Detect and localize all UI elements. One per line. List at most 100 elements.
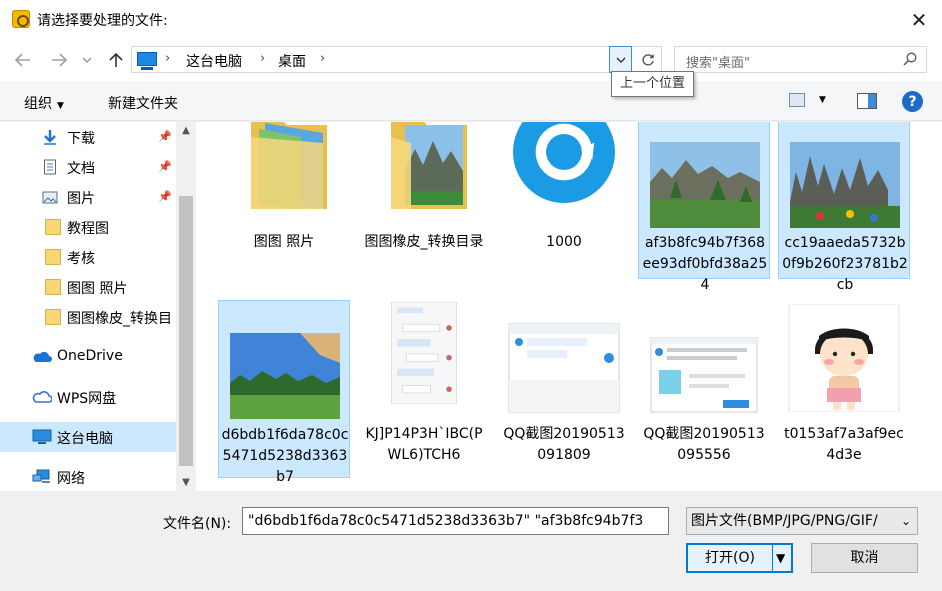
help-icon[interactable]: ? bbox=[902, 91, 923, 112]
sidebar-item-downloads[interactable]: 下载 📌 bbox=[0, 122, 176, 152]
file-tile[interactable]: QQ截图20190513095556 bbox=[638, 300, 770, 478]
close-button[interactable]: ✕ bbox=[896, 0, 942, 39]
onedrive-cloud-icon bbox=[33, 351, 52, 362]
sidebar-item-network[interactable]: 网络 bbox=[0, 462, 176, 491]
sidebar-item-onedrive[interactable]: OneDrive bbox=[0, 342, 176, 372]
address-bar[interactable]: › 这台电脑 › 桌面 › bbox=[131, 46, 662, 73]
scroll-up-arrow-icon[interactable]: ▲ bbox=[176, 122, 196, 139]
screenshot-thumbnail bbox=[508, 323, 620, 413]
download-icon bbox=[44, 130, 56, 145]
file-tile-selected[interactable]: cc19aaeda5732b0f9b260f23781b2cb bbox=[778, 122, 910, 293]
sidebar-item-this-pc[interactable]: 这台电脑 bbox=[0, 422, 176, 452]
landscape-photo-thumbnail bbox=[650, 142, 760, 228]
file-tile[interactable]: t0153af7a3af9ec4d3e bbox=[778, 300, 910, 478]
chevron-down-icon bbox=[82, 57, 92, 63]
file-name: 1000 bbox=[546, 234, 582, 250]
pin-icon[interactable]: 📌 bbox=[158, 160, 172, 173]
up-arrow-icon bbox=[109, 52, 123, 67]
document-icon bbox=[44, 159, 56, 175]
chevron-right-icon[interactable]: › bbox=[320, 51, 325, 66]
folder-icon bbox=[45, 309, 61, 325]
app-icon bbox=[12, 10, 30, 28]
breadcrumb-desktop[interactable]: 桌面 bbox=[278, 51, 306, 71]
chevron-right-icon[interactable]: › bbox=[260, 51, 265, 66]
sidebar-item-folder[interactable]: 图图橡皮_转换目 bbox=[0, 302, 176, 332]
pictures-icon bbox=[42, 191, 58, 204]
filename-label: 文件名(N): bbox=[163, 516, 232, 532]
organize-menu-button[interactable]: 组织 ▼ bbox=[24, 93, 64, 113]
file-name: af3b8fc94b7f368ee93df0bfd38a254 bbox=[642, 235, 768, 293]
file-type-select[interactable]: 图片文件(BMP/JPG/PNG/GIF/ ⌄ bbox=[686, 507, 918, 535]
sidebar-item-label: 下载 bbox=[67, 131, 95, 147]
this-pc-icon bbox=[32, 429, 52, 444]
breadcrumb-this-pc[interactable]: 这台电脑 bbox=[186, 51, 242, 71]
sidebar-item-folder[interactable]: 图图 照片 bbox=[0, 272, 176, 302]
navigation-bar: › 这台电脑 › 桌面 › 搜索"桌面" bbox=[0, 39, 942, 81]
dialog-footer: 文件名(N): "d6bdb1f6da78c0c5471d5238d3363b7… bbox=[0, 491, 942, 591]
back-button[interactable] bbox=[12, 49, 34, 71]
navigation-pane: 下载 📌 文档 📌 图片 📌 教程图 考核 图图 照片 图图橡皮_转换目 One… bbox=[0, 122, 196, 491]
sidebar-item-label: OneDrive bbox=[57, 348, 123, 364]
organize-label: 组织 bbox=[24, 96, 52, 112]
file-name: QQ截图20190513091809 bbox=[503, 426, 625, 463]
preview-pane-icon[interactable] bbox=[857, 93, 877, 109]
search-input[interactable]: 搜索"桌面" bbox=[674, 46, 927, 73]
back-arrow-icon bbox=[15, 53, 30, 67]
sidebar-scrollbar[interactable]: ▲ ▼ bbox=[176, 122, 196, 491]
view-options-caret-icon[interactable]: ▼ bbox=[819, 95, 826, 105]
pin-icon[interactable]: 📌 bbox=[158, 190, 172, 203]
file-list-view: 图图 照片 图图橡皮_转换目录 1000 af3b8fc94b7f368ee93… bbox=[196, 122, 942, 491]
folder-icon bbox=[45, 219, 61, 235]
file-open-dialog: 请选择要处理的文件: ✕ › 这台电脑 › 桌面 › 搜索"桌面" 上一个位置 … bbox=[0, 0, 942, 591]
folder-icon bbox=[45, 279, 61, 295]
sidebar-item-label: WPS网盘 bbox=[57, 391, 117, 407]
cancel-button[interactable]: 取消 bbox=[811, 543, 918, 573]
landscape-photo-thumbnail bbox=[230, 333, 340, 419]
cartoon-girl-thumbnail bbox=[788, 304, 900, 412]
chevron-down-icon: ⌄ bbox=[900, 514, 911, 528]
new-folder-button[interactable]: 新建文件夹 bbox=[108, 93, 178, 113]
chevron-down-icon bbox=[616, 57, 625, 63]
scrollbar-thumb[interactable] bbox=[179, 196, 193, 466]
refresh-button[interactable] bbox=[636, 47, 660, 72]
sidebar-item-label: 文档 bbox=[67, 161, 95, 177]
filename-input[interactable]: "d6bdb1f6da78c0c5471d5238d3363b7" "af3b8… bbox=[242, 507, 669, 535]
refresh-icon bbox=[642, 53, 654, 66]
sidebar-item-label: 图图橡皮_转换目 bbox=[67, 311, 172, 327]
scroll-down-arrow-icon[interactable]: ▼ bbox=[176, 474, 196, 491]
caret-down-icon: ▼ bbox=[57, 101, 64, 111]
open-options-caret-icon[interactable]: ▼ bbox=[776, 545, 785, 571]
forward-button[interactable] bbox=[48, 49, 70, 71]
landscape-photo-thumbnail bbox=[790, 142, 900, 228]
file-tile[interactable]: 图图橡皮_转换目录 bbox=[358, 122, 490, 279]
sidebar-item-folder[interactable]: 教程图 bbox=[0, 212, 176, 242]
file-tile[interactable]: 1000 bbox=[498, 122, 630, 279]
open-button[interactable]: 打开(O) ▼ bbox=[686, 543, 793, 573]
file-tile-selected[interactable]: d6bdb1f6da78c0c5471d5238d3363b7 bbox=[218, 300, 350, 485]
file-name: cc19aaeda5732b0f9b260f23781b2cb bbox=[782, 235, 908, 293]
recent-locations-button[interactable] bbox=[80, 49, 94, 71]
sidebar-item-wps-cloud[interactable]: WPS网盘 bbox=[0, 382, 176, 412]
view-mode-icon[interactable] bbox=[789, 93, 805, 107]
folder-icon bbox=[45, 249, 61, 265]
sidebar-item-folder[interactable]: 考核 bbox=[0, 242, 176, 272]
file-tile[interactable]: QQ截图20190513091809 bbox=[498, 300, 630, 478]
sidebar-item-pictures[interactable]: 图片 📌 bbox=[0, 182, 176, 212]
address-dropdown-button[interactable] bbox=[609, 46, 632, 73]
chat-screenshot-thumbnail bbox=[391, 302, 457, 404]
search-icon[interactable] bbox=[903, 52, 917, 66]
pin-icon[interactable]: 📌 bbox=[158, 130, 172, 143]
chevron-right-icon[interactable]: › bbox=[165, 51, 170, 66]
open-button-label[interactable]: 打开(O) bbox=[688, 545, 772, 571]
file-tile[interactable]: 图图 照片 bbox=[218, 122, 350, 279]
folder-photo-thumbnail bbox=[251, 122, 327, 209]
search-placeholder: 搜索"桌面" bbox=[686, 56, 750, 71]
file-tile-selected[interactable]: af3b8fc94b7f368ee93df0bfd38a254 bbox=[638, 122, 770, 293]
sidebar-item-label: 这台电脑 bbox=[57, 431, 113, 447]
wps-cloud-icon bbox=[32, 391, 52, 403]
up-button[interactable] bbox=[105, 49, 127, 71]
file-tile[interactable]: KJ]P14P3H`IBC(PWL6)TCH6 bbox=[358, 300, 490, 478]
sidebar-item-label: 教程图 bbox=[67, 221, 109, 237]
sidebar-item-documents[interactable]: 文档 📌 bbox=[0, 152, 176, 182]
command-toolbar: 组织 ▼ 新建文件夹 ▼ ? bbox=[0, 81, 942, 121]
